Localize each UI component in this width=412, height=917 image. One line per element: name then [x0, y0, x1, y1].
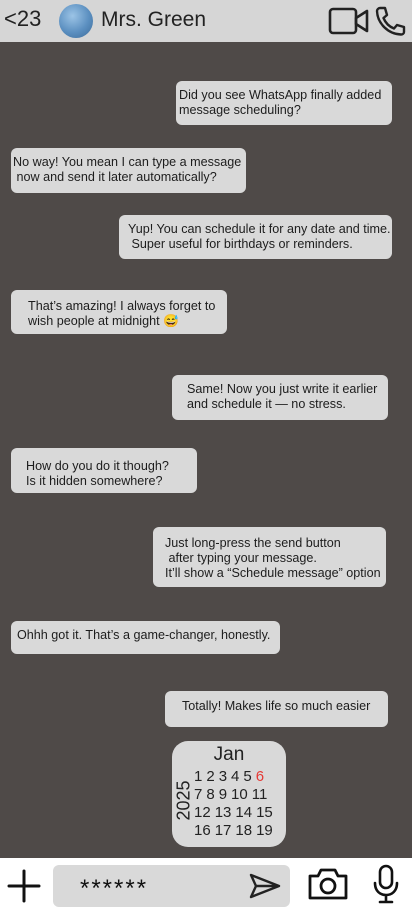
message-bubble-incoming[interactable]: Ohhh got it. That’s a game-changer, hone…	[11, 621, 280, 654]
message-bubble-outgoing[interactable]: Did you see WhatsApp finally added messa…	[176, 81, 392, 125]
message-bubble-outgoing[interactable]: Same! Now you just write it earlier and …	[172, 375, 388, 420]
avatar[interactable]	[59, 4, 93, 38]
camera-icon[interactable]	[306, 867, 350, 901]
microphone-icon[interactable]	[372, 864, 400, 904]
message-input-value: ******	[80, 875, 149, 902]
message-bubble-incoming[interactable]: That’s amazing! I always forget to wish …	[11, 290, 227, 334]
calendar-day[interactable]: 11	[252, 786, 268, 804]
calendar-day[interactable]: 9	[219, 786, 227, 804]
calendar-day[interactable]: 8	[206, 786, 214, 804]
calendar-day[interactable]: 5	[243, 768, 251, 786]
calendar-day-highlighted[interactable]: 6	[256, 768, 264, 786]
calendar-week-row: 7 8 9 10 11	[194, 786, 277, 804]
phone-call-icon[interactable]	[374, 6, 406, 36]
message-bubble-incoming[interactable]: How do you do it though? Is it hidden so…	[11, 448, 197, 493]
calendar-day[interactable]: 13	[215, 804, 232, 822]
calendar-week-row: 12 13 14 15	[194, 804, 277, 822]
calendar-day[interactable]: 14	[235, 804, 252, 822]
calendar-widget[interactable]: Jan 2025 1 2 3 4 5 6 7 8 9 10 11 12 13 14 15 16 17 18 19	[172, 741, 286, 847]
calendar-day[interactable]: 4	[231, 768, 239, 786]
calendar-day[interactable]: 17	[215, 822, 232, 840]
calendar-days-grid: 1 2 3 4 5 6 7 8 9 10 11 12 13 14 15 16 17 18 19	[194, 768, 277, 840]
calendar-day[interactable]: 19	[256, 822, 273, 840]
send-icon[interactable]	[249, 873, 281, 899]
contact-name[interactable]: Mrs. Green	[101, 8, 206, 32]
video-call-icon[interactable]	[328, 7, 370, 35]
message-bubble-outgoing[interactable]: Totally! Makes life so much easier	[165, 691, 388, 727]
calendar-week-row: 123456	[194, 768, 277, 786]
calendar-day[interactable]: 7	[194, 786, 202, 804]
calendar-year: 2025	[173, 780, 194, 821]
calendar-day[interactable]: 15	[256, 804, 273, 822]
back-button[interactable]: <23	[4, 6, 41, 32]
plus-icon[interactable]	[6, 868, 42, 904]
message-bubble-incoming[interactable]: No way! You mean I can type a message no…	[11, 148, 246, 193]
message-bubble-outgoing[interactable]: Yup! You can schedule it for any date an…	[119, 215, 392, 259]
calendar-day[interactable]: 3	[219, 768, 227, 786]
calendar-day[interactable]: 10	[231, 786, 248, 804]
calendar-month: Jan	[213, 744, 245, 765]
calendar-week-row: 16 17 18 19	[194, 822, 277, 840]
calendar-day[interactable]: 12	[194, 804, 211, 822]
calendar-day[interactable]: 2	[206, 768, 214, 786]
calendar-day[interactable]: 16	[194, 822, 211, 840]
message-bubble-outgoing[interactable]: Just long-press the send button after ty…	[153, 527, 386, 587]
calendar-day[interactable]: 1	[194, 768, 202, 786]
calendar-day[interactable]: 18	[235, 822, 252, 840]
